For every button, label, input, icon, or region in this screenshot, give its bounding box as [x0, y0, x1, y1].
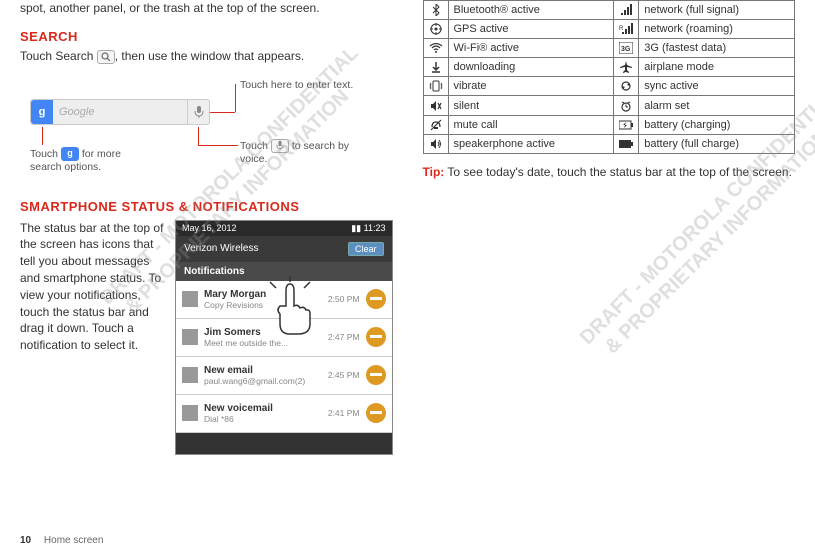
speaker-icon	[423, 134, 448, 153]
table-row: mute call battery (charging)	[423, 115, 795, 134]
roaming-icon: R	[614, 20, 639, 39]
icon-label: 3G (fastest data)	[639, 39, 795, 58]
icon-label: battery (full charge)	[639, 134, 795, 153]
icon-label: alarm set	[639, 96, 795, 115]
mic-icon-small	[271, 139, 289, 153]
notification-item[interactable]: New voicemail Dial *86 2:41 PM	[176, 395, 392, 433]
notification-time: 2:50 PM	[328, 294, 360, 304]
notification-app-icon	[182, 291, 198, 307]
tip-label: Tip:	[423, 165, 445, 179]
notification-time: 2:47 PM	[328, 332, 360, 342]
notifications-body: The status bar at the top of the screen …	[20, 220, 165, 455]
notification-item[interactable]: Jim Somers Meet me outside the... 2:47 P…	[176, 319, 392, 357]
vibrate-icon	[423, 77, 448, 96]
icon-label: speakerphone active	[448, 134, 614, 153]
delete-icon[interactable]	[366, 289, 386, 309]
icon-label: Bluetooth® active	[448, 1, 614, 20]
notification-time: 2:45 PM	[328, 370, 360, 380]
svg-text:R: R	[619, 26, 624, 32]
tip-text: Tip: To see today's date, touch the stat…	[423, 164, 796, 181]
search-instruction: Touch Search , then use the window that …	[20, 48, 393, 65]
table-row: Bluetooth® active network (full signal)	[423, 1, 795, 20]
google-g-icon-small: g	[61, 147, 79, 161]
notifications-section-label: Notifications	[176, 262, 392, 281]
search-input-placeholder[interactable]: Google	[53, 106, 187, 118]
delete-icon[interactable]	[366, 327, 386, 347]
icon-label: GPS active	[448, 20, 614, 39]
icon-label: mute call	[448, 115, 614, 134]
icon-label: Wi-Fi® active	[448, 39, 614, 58]
notification-item[interactable]: New email paul.wang6@gmail.com(2) 2:45 P…	[176, 357, 392, 395]
icon-label: vibrate	[448, 77, 614, 96]
signal-icon	[614, 1, 639, 20]
notification-app-icon	[182, 367, 198, 383]
left-column: spot, another panel, or the trash at the…	[20, 0, 393, 455]
notifications-heading: SMARTPHONE STATUS & NOTIFICATIONS	[20, 199, 393, 214]
notification-item[interactable]: Mary Morgan Copy Revisions 2:50 PM	[176, 281, 392, 319]
download-icon	[423, 58, 448, 77]
notification-title: Jim Somers	[204, 327, 328, 338]
mic-icon[interactable]	[187, 100, 209, 124]
icon-label: network (full signal)	[639, 1, 795, 20]
phone-screenshot: May 16, 2012 ▮▮ 11:23 Verizon Wireless C…	[175, 220, 393, 455]
delete-icon[interactable]	[366, 403, 386, 423]
table-row: Wi-Fi® active 3G 3G (fastest data)	[423, 39, 795, 58]
clear-button[interactable]: Clear	[348, 242, 384, 256]
notification-title: Mary Morgan	[204, 289, 328, 300]
mute-icon	[423, 115, 448, 134]
silent-icon	[423, 96, 448, 115]
footer-section: Home screen	[44, 535, 103, 546]
notification-time: 2:41 PM	[328, 408, 360, 418]
notification-app-icon	[182, 405, 198, 421]
google-g-icon[interactable]: g	[31, 100, 53, 124]
callout-voice-search: Touch to search by voice.	[240, 139, 350, 167]
intro-fragment: spot, another panel, or the trash at the…	[20, 0, 393, 17]
table-row: GPS active R network (roaming)	[423, 20, 795, 39]
phone-status-bar[interactable]: May 16, 2012 ▮▮ 11:23	[176, 221, 392, 236]
gps-icon	[423, 20, 448, 39]
notification-subtitle: Meet me outside the...	[204, 338, 328, 348]
svg-text:3G: 3G	[621, 46, 631, 53]
table-row: silent alarm set	[423, 96, 795, 115]
table-row: vibrate sync active	[423, 77, 795, 96]
search-icon	[97, 50, 115, 64]
notification-app-icon	[182, 329, 198, 345]
battery-icon	[614, 134, 639, 153]
3g-icon: 3G	[614, 39, 639, 58]
bluetooth-icon	[423, 1, 448, 20]
wifi-icon	[423, 39, 448, 58]
alarm-icon	[614, 96, 639, 115]
search-bar[interactable]: g Google	[30, 99, 210, 125]
airplane-icon	[614, 58, 639, 77]
page-number: 10	[20, 535, 31, 546]
table-row: downloading airplane mode	[423, 58, 795, 77]
notification-title: New voicemail	[204, 403, 328, 414]
notification-subtitle: Copy Revisions	[204, 300, 328, 310]
page-footer: 10 Home screen	[20, 535, 103, 546]
signal-icon: ▮▮	[351, 223, 361, 233]
search-heading: SEARCH	[20, 29, 393, 44]
icon-label: sync active	[639, 77, 795, 96]
notification-subtitle: paul.wang6@gmail.com(2)	[204, 376, 328, 386]
icon-label: network (roaming)	[639, 20, 795, 39]
icon-label: silent	[448, 96, 614, 115]
callout-enter-text: Touch here to enter text.	[240, 79, 353, 93]
notification-subtitle: Dial *86	[204, 414, 328, 424]
notification-title: New email	[204, 365, 328, 376]
table-row: speakerphone active battery (full charge…	[423, 134, 795, 153]
icon-label: downloading	[448, 58, 614, 77]
sync-icon	[614, 77, 639, 96]
charging-icon	[614, 115, 639, 134]
icon-label: battery (charging)	[639, 115, 795, 134]
right-column: Bluetooth® active network (full signal) …	[423, 0, 796, 455]
icon-label: airplane mode	[639, 58, 795, 77]
carrier-label: Verizon Wireless	[184, 243, 258, 254]
phone-time: 11:23	[364, 223, 386, 233]
delete-icon[interactable]	[366, 365, 386, 385]
status-icon-table: Bluetooth® active network (full signal) …	[423, 0, 796, 154]
phone-date: May 16, 2012	[182, 223, 237, 234]
callout-search-options: Touch g for more search options.	[30, 147, 140, 175]
search-diagram: Touch here to enter text. g Google Touch…	[30, 79, 393, 179]
